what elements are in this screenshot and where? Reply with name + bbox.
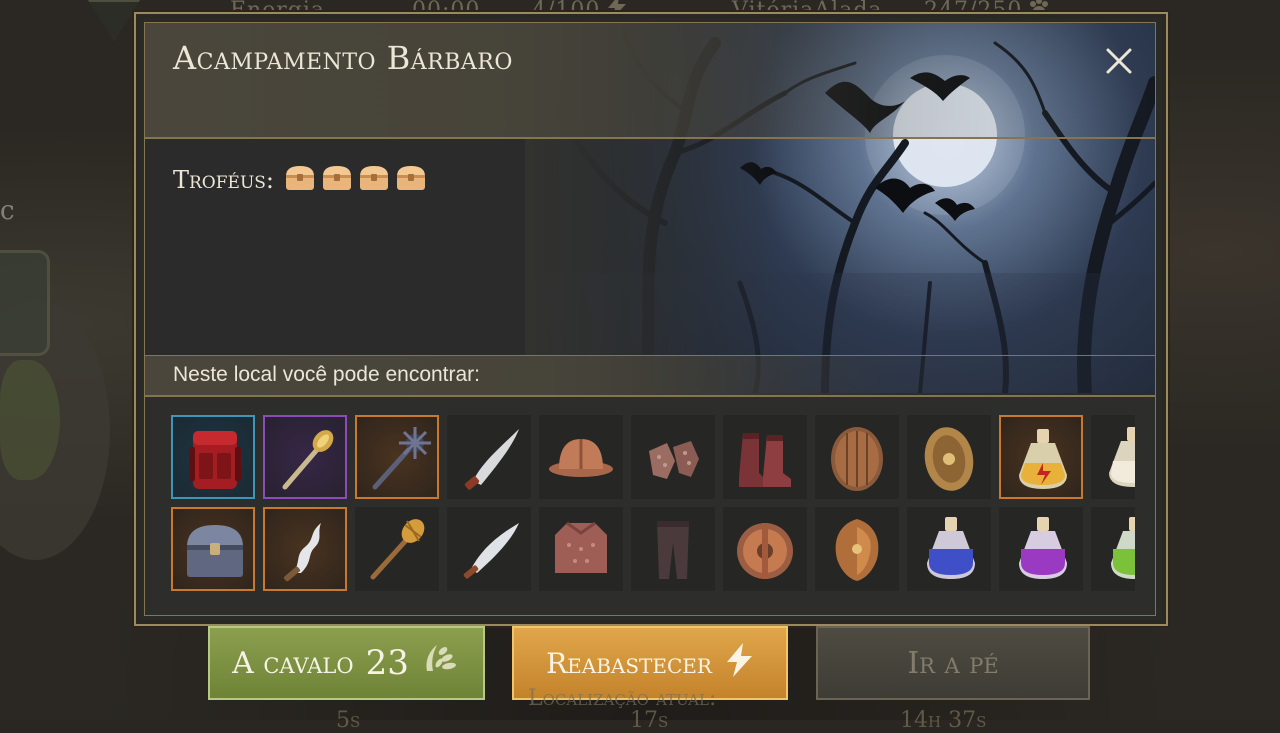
map-location-marker <box>0 250 50 356</box>
potion-green-icon <box>1111 517 1135 579</box>
loot-item-slot[interactable] <box>815 507 899 591</box>
wooden-shield-icon <box>831 427 883 491</box>
close-icon <box>1106 48 1132 74</box>
loot-item-slot[interactable] <box>723 507 807 591</box>
trophy-icons <box>284 163 427 197</box>
trophies-row: Troféus: <box>173 163 427 197</box>
walk-travel-time: 14h 37s <box>900 708 987 733</box>
loot-grid[interactable] <box>171 415 1135 595</box>
laurel-icon <box>421 641 461 685</box>
walk-travel-button[interactable]: Ir a pé <box>816 626 1090 700</box>
backpack-icon <box>189 431 241 489</box>
potion-blue-icon <box>927 517 975 579</box>
loot-item-slot[interactable] <box>355 507 439 591</box>
curved-blade-icon <box>464 429 519 490</box>
leather-pants-icon <box>657 521 689 579</box>
location-modal: Acampamento Bárbaro Troféus: Neste local… <box>144 22 1156 616</box>
potion-purple-icon <box>1019 517 1067 579</box>
leather-boots-icon <box>739 433 791 487</box>
trophies-label: Troféus: <box>173 166 275 194</box>
trophy-chest-icon <box>395 163 427 197</box>
wavy-dagger-icon <box>283 523 321 582</box>
round-shield-icon <box>737 523 793 579</box>
loot-item-slot[interactable] <box>447 415 531 499</box>
loot-item-slot[interactable] <box>263 507 347 591</box>
loot-item-slot[interactable] <box>631 415 715 499</box>
loot-item-slot[interactable] <box>999 507 1083 591</box>
horse-travel-time: 5s <box>336 708 361 733</box>
loot-item-slot[interactable] <box>1091 415 1135 499</box>
loot-item-slot[interactable] <box>815 415 899 499</box>
lightning-icon <box>724 642 754 684</box>
loot-item-slot[interactable] <box>539 507 623 591</box>
scimitar-icon <box>463 523 519 579</box>
horse-label: A cavalo <box>232 645 354 681</box>
spiked-morningstar-icon <box>372 427 431 490</box>
chainmail-armor-icon <box>555 521 607 573</box>
refill-label: Reabastecer <box>546 646 712 680</box>
loot-item-slot[interactable] <box>907 507 991 591</box>
potion-white-icon <box>1109 427 1135 487</box>
bronze-shield-icon <box>924 427 974 491</box>
loot-item-slot[interactable] <box>723 415 807 499</box>
loot-item-slot[interactable] <box>447 507 531 591</box>
loot-item-slot[interactable] <box>355 415 439 499</box>
horse-travel-button[interactable]: A cavalo 23 <box>208 626 485 700</box>
chainmail-gloves-icon <box>649 441 699 479</box>
kite-shield-icon <box>835 519 879 581</box>
items-area <box>145 395 1155 615</box>
leather-helmet-icon <box>549 439 613 477</box>
found-label: Neste local você pode encontrar: <box>173 363 481 386</box>
trophy-chest-icon <box>284 163 316 197</box>
golden-mace-2-icon <box>370 519 425 580</box>
loot-item-slot[interactable] <box>539 415 623 499</box>
current-location-label: Localização atual: <box>528 686 717 711</box>
golden-mace-icon <box>282 430 334 490</box>
map-partial-label: c <box>0 196 15 226</box>
map-foliage <box>0 360 60 480</box>
treasure-chest-icon <box>187 525 243 577</box>
loot-item-slot[interactable] <box>1091 507 1135 591</box>
loot-item-slot[interactable] <box>171 415 255 499</box>
potion-red-icon <box>1019 429 1067 489</box>
trophy-chest-icon <box>321 163 353 197</box>
trophy-chest-icon <box>358 163 390 197</box>
loot-item-slot[interactable] <box>631 507 715 591</box>
close-button[interactable] <box>1101 43 1137 79</box>
walk-label: Ir a pé <box>907 645 999 681</box>
location-time: 17s <box>630 708 669 733</box>
horse-cost: 23 <box>365 643 409 683</box>
modal-title: Acampamento Bárbaro <box>173 39 513 77</box>
loot-item-slot[interactable] <box>171 507 255 591</box>
loot-item-slot[interactable] <box>999 415 1083 499</box>
loot-item-slot[interactable] <box>907 415 991 499</box>
loot-item-slot[interactable] <box>263 415 347 499</box>
